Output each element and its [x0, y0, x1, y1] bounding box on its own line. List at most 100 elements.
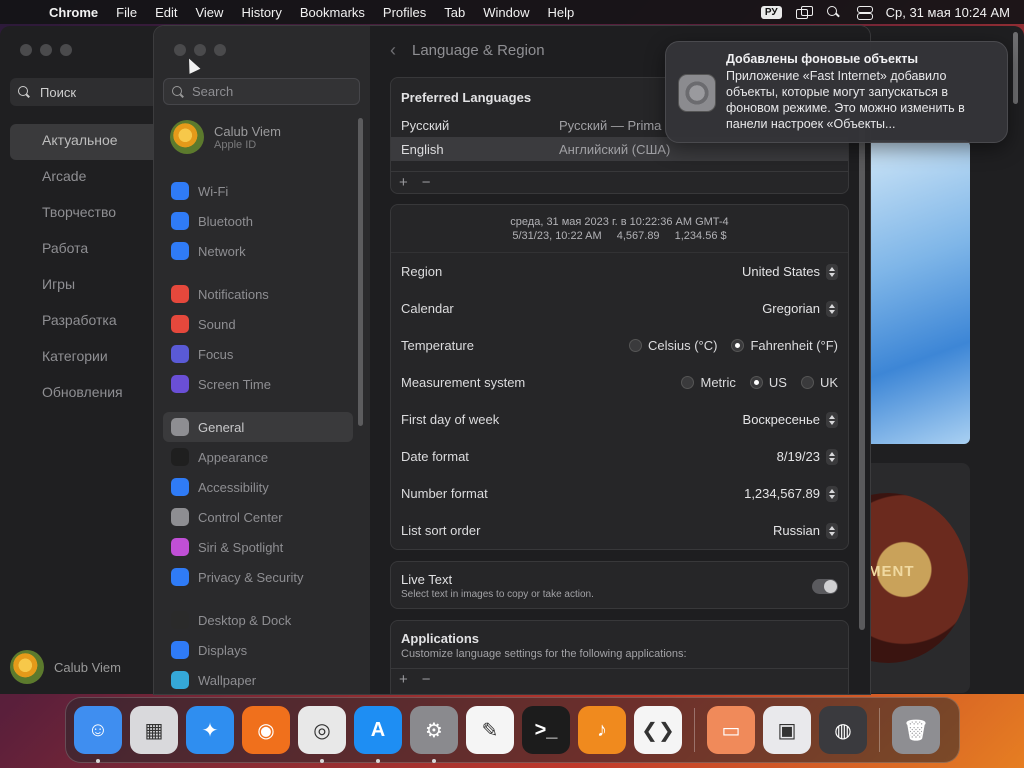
menu-app-name[interactable]: Chrome — [40, 5, 107, 20]
sidebar-item-updates[interactable]: Обновления — [10, 376, 160, 412]
sidebar-item-general[interactable]: General — [163, 412, 353, 442]
zoom-button[interactable] — [214, 44, 226, 56]
notification-body: Приложение «Fast Internet» добавило объе… — [726, 69, 965, 131]
scrollbar[interactable] — [1013, 32, 1018, 104]
add-language-button[interactable]: + — [399, 174, 408, 191]
sidebar-item-label: Focus — [198, 346, 234, 362]
minimize-button[interactable] — [194, 44, 206, 56]
region-popup[interactable]: United States — [742, 263, 838, 280]
menubar-clock[interactable]: Ср, 31 мая 10:24 AM — [886, 5, 1010, 20]
sidebar-item-wallpaper[interactable]: Wallpaper — [163, 665, 353, 694]
remove-language-button[interactable]: − — [422, 174, 431, 191]
finder-icon[interactable]: ☺ — [74, 706, 122, 763]
calendar-popup[interactable]: Gregorian — [762, 300, 838, 317]
chrome-icon[interactable]: ◎ — [298, 706, 346, 763]
sidebar-item-categories[interactable]: Категории — [10, 340, 160, 376]
sidebar-item-sound[interactable]: Sound — [163, 309, 353, 339]
sidebar-item-desktop-dock[interactable]: Desktop & Dock — [163, 605, 353, 635]
sidebar-item-label: Displays — [198, 642, 248, 658]
measurement-row: Measurement system Metric US UK — [391, 364, 848, 401]
sidebar-item-discover[interactable]: Актуальное — [10, 124, 160, 160]
sidebar-item-network[interactable]: Network — [163, 236, 353, 266]
menu-profiles[interactable]: Profiles — [374, 5, 435, 20]
language-detail: Русский — Prima — [559, 117, 662, 133]
close-button[interactable] — [174, 44, 186, 56]
applications-list-controls: + − — [391, 668, 848, 690]
sidebar-item-privacy-security[interactable]: Privacy & Security — [163, 562, 353, 592]
app-store-icon[interactable]: A — [354, 706, 402, 763]
menu-window[interactable]: Window — [474, 5, 538, 20]
sidebar-item-create[interactable]: Творчество — [10, 196, 160, 232]
launchpad-icon[interactable]: ▦ — [130, 706, 178, 754]
zoom-button[interactable] — [60, 44, 72, 56]
safari-icon[interactable]: ✦ — [186, 706, 234, 754]
remove-application-button[interactable]: − — [422, 671, 431, 688]
number-format-popup[interactable]: 1,234,567.89 — [744, 485, 838, 502]
parallels-icon[interactable]: ▣ — [763, 706, 811, 754]
globe-icon[interactable]: ◍ — [819, 706, 867, 754]
dock-separator — [694, 708, 695, 752]
sidebar-item-appearance[interactable]: Appearance — [163, 442, 353, 472]
dock-app-glyph: ▣ — [777, 719, 797, 742]
menu-history[interactable]: History — [232, 5, 290, 20]
settings-search-field[interactable]: Search — [163, 78, 360, 105]
celsius-radio[interactable]: Celsius (°C) — [628, 338, 717, 353]
sidebar-item-notifications[interactable]: Notifications — [163, 279, 353, 309]
back-chevron-icon[interactable]: ‹ — [390, 40, 396, 61]
menu-bookmarks[interactable]: Bookmarks — [291, 5, 374, 20]
app-store-search-field[interactable]: Поиск — [10, 78, 160, 106]
menu-tab[interactable]: Tab — [435, 5, 474, 20]
sidebar-item-bluetooth[interactable]: Bluetooth — [163, 206, 353, 236]
textedit-icon[interactable]: ✎ — [466, 706, 514, 754]
live-text-toggle[interactable] — [812, 578, 838, 594]
uk-radio[interactable]: UK — [800, 375, 838, 390]
sort-order-popup[interactable]: Russian — [773, 522, 838, 539]
app-store-account[interactable]: Calub Viem — [10, 650, 121, 684]
garageband-icon[interactable]: ♪ — [578, 706, 626, 754]
featured-artwork[interactable] — [868, 140, 970, 444]
input-source-badge[interactable]: РУ — [760, 5, 782, 19]
add-application-button[interactable]: + — [399, 671, 408, 688]
sidebar-item-arcade[interactable]: Arcade — [10, 160, 160, 196]
sidebar-scrollbar[interactable] — [358, 118, 363, 426]
vscode-icon[interactable]: ❮❯ — [634, 706, 682, 754]
sidebar-item-play[interactable]: Игры — [10, 268, 160, 304]
radio-dot — [628, 339, 642, 352]
control-center-icon[interactable] — [856, 6, 873, 20]
sidebar-item-control-center[interactable]: Control Center — [163, 502, 353, 532]
applications-description: Customize language settings for the foll… — [401, 648, 687, 660]
us-radio[interactable]: US — [749, 375, 787, 390]
first-day-label: First day of week — [401, 412, 500, 427]
trash-icon[interactable]: 🗑 — [892, 706, 940, 754]
fahrenheit-radio[interactable]: Fahrenheit (°F) — [731, 338, 838, 353]
firefox-icon[interactable]: ◉ — [242, 706, 290, 754]
minimize-button[interactable] — [40, 44, 52, 56]
system-settings-icon[interactable]: ⚙ — [410, 706, 458, 763]
apple-id-account[interactable]: Calub Viem Apple ID — [170, 120, 281, 154]
sidebar-item-work[interactable]: Работа — [10, 232, 160, 268]
content-scrollbar[interactable] — [859, 122, 865, 630]
terminal-icon[interactable]: >_ — [522, 706, 570, 754]
menu-edit[interactable]: Edit — [146, 5, 186, 20]
close-button[interactable] — [20, 44, 32, 56]
menu-help[interactable]: Help — [539, 5, 584, 20]
spotlight-search-icon[interactable] — [826, 6, 842, 18]
sidebar-item-accessibility[interactable]: Accessibility — [163, 472, 353, 502]
sidebar-item-focus[interactable]: Focus — [163, 339, 353, 369]
first-day-popup[interactable]: Воскресенье — [743, 411, 838, 428]
screen-mirroring-icon[interactable] — [795, 6, 813, 19]
sidebar-item-siri-spotlight[interactable]: Siri & Spotlight — [163, 532, 353, 562]
sidebar-item-wi-fi[interactable]: Wi-Fi — [163, 176, 353, 206]
menu-view[interactable]: View — [186, 5, 232, 20]
metric-radio[interactable]: Metric — [681, 375, 736, 390]
sidebar-item-label: Privacy & Security — [198, 569, 304, 585]
sidebar-item-develop[interactable]: Разработка — [10, 304, 160, 340]
measurement-radio-group: Metric US UK — [681, 375, 838, 390]
background-items-notification[interactable]: Добавлены фоновые объекты Приложение «Fa… — [665, 41, 1008, 143]
featured-game-artwork[interactable]: MENT — [868, 463, 970, 693]
date-format-popup[interactable]: 8/19/23 — [777, 448, 838, 465]
sidebar-item-screen-time[interactable]: Screen Time — [163, 369, 353, 399]
laptop-icon[interactable]: ▭ — [707, 706, 755, 754]
menu-file[interactable]: File — [107, 5, 146, 20]
sidebar-item-displays[interactable]: Displays — [163, 635, 353, 665]
